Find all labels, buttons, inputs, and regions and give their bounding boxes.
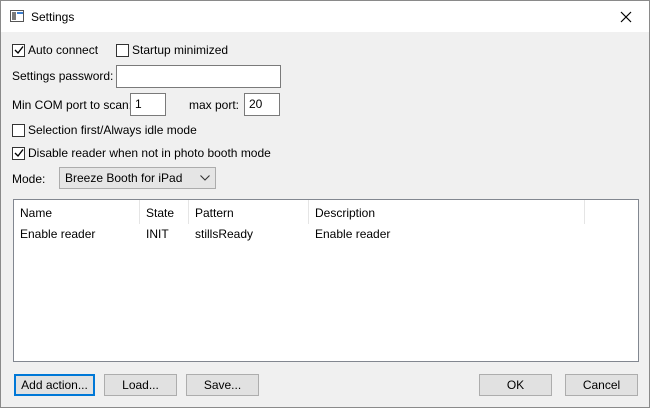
actions-list-header: Name State Pattern Description bbox=[14, 200, 638, 224]
cell-name: Enable reader bbox=[20, 227, 96, 241]
mode-dropdown[interactable]: Breeze Booth for iPad bbox=[59, 167, 216, 189]
column-header-description[interactable]: Description bbox=[309, 200, 585, 224]
window-title: Settings bbox=[31, 10, 75, 24]
load-button[interactable]: Load... bbox=[104, 374, 177, 396]
disable-reader-checkbox[interactable]: Disable reader when not in photo booth m… bbox=[12, 146, 271, 160]
selection-first-checkbox[interactable]: Selection first/Always idle mode bbox=[12, 123, 197, 137]
selection-first-box[interactable] bbox=[12, 123, 25, 137]
close-button[interactable] bbox=[603, 1, 649, 32]
chevron-down-icon bbox=[200, 175, 210, 181]
cell-pattern: stillsReady bbox=[195, 227, 254, 241]
save-button[interactable]: Save... bbox=[186, 374, 259, 396]
disable-reader-box[interactable] bbox=[12, 146, 25, 160]
checkmark-icon bbox=[14, 149, 24, 158]
mode-selected-value: Breeze Booth for iPad bbox=[65, 171, 183, 185]
checkmark-icon bbox=[14, 46, 24, 55]
cell-description: Enable reader bbox=[315, 227, 391, 241]
auto-connect-box[interactable] bbox=[12, 43, 25, 57]
close-icon bbox=[620, 11, 632, 22]
title-bar: Settings bbox=[1, 1, 649, 32]
mode-label: Mode: bbox=[12, 172, 46, 186]
selection-first-label: Selection first/Always idle mode bbox=[28, 123, 197, 137]
add-action-button[interactable]: Add action... bbox=[14, 374, 95, 396]
ok-button[interactable]: OK bbox=[479, 374, 552, 396]
settings-app-icon bbox=[10, 10, 24, 22]
password-field[interactable] bbox=[116, 65, 281, 88]
min-com-port-label: Min COM port to scan: bbox=[12, 98, 133, 112]
startup-minimized-checkbox[interactable]: Startup minimized bbox=[116, 43, 228, 57]
column-header-pattern[interactable]: Pattern bbox=[189, 200, 309, 224]
cancel-button[interactable]: Cancel bbox=[565, 374, 638, 396]
max-port-label: max port: bbox=[189, 98, 240, 112]
password-label: Settings password: bbox=[12, 69, 114, 83]
startup-minimized-box[interactable] bbox=[116, 43, 129, 57]
min-com-port-field[interactable]: 1 bbox=[130, 93, 166, 116]
startup-minimized-label: Startup minimized bbox=[132, 43, 229, 57]
auto-connect-label: Auto connect bbox=[28, 43, 99, 57]
max-port-field[interactable]: 20 bbox=[244, 93, 280, 116]
disable-reader-label: Disable reader when not in photo booth m… bbox=[28, 146, 271, 160]
actions-list[interactable]: Name State Pattern Description Enable re… bbox=[13, 199, 639, 362]
auto-connect-checkbox[interactable]: Auto connect bbox=[12, 43, 98, 57]
column-header-name[interactable]: Name bbox=[14, 200, 140, 224]
settings-dialog: Settings Auto connect Startup minimized … bbox=[0, 0, 650, 408]
cell-state: INIT bbox=[146, 227, 169, 241]
column-header-state[interactable]: State bbox=[140, 200, 189, 224]
table-row[interactable]: Enable reader INIT stillsReady Enable re… bbox=[14, 224, 585, 244]
